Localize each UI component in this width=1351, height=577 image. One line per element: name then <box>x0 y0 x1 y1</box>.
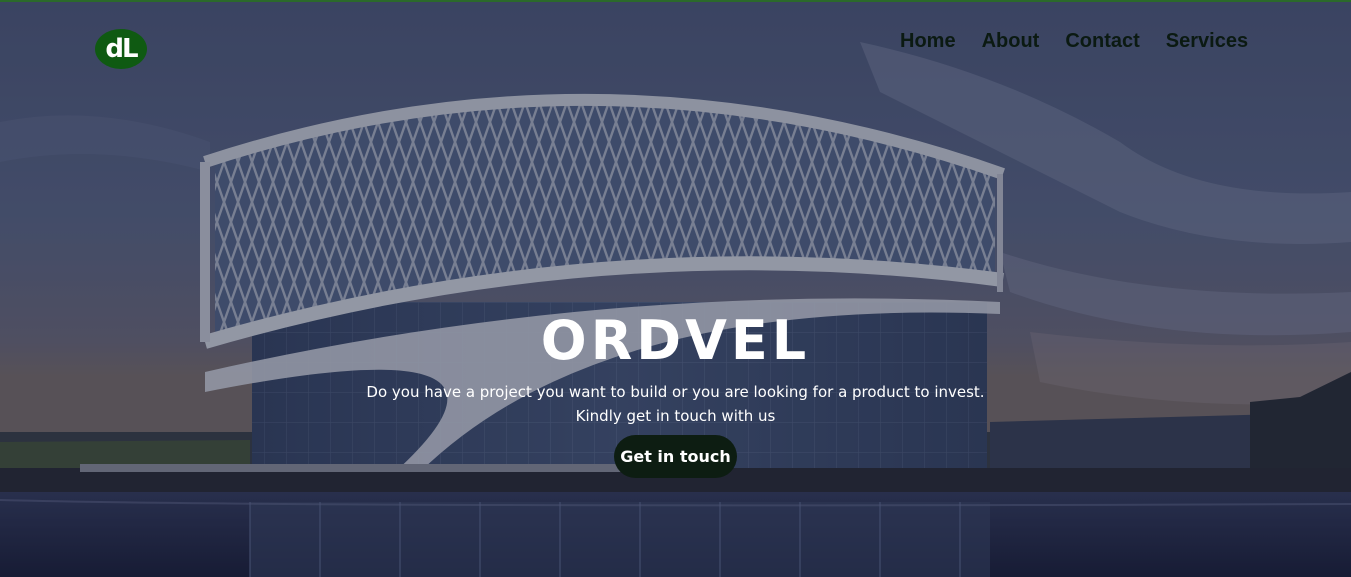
nav-link-home[interactable]: Home <box>900 29 956 53</box>
hero-title: ORDVEL <box>540 309 811 372</box>
main-nav: Home About Contact Services <box>900 29 1248 53</box>
hero-description-line-1: Do you have a project you want to build … <box>366 383 985 401</box>
hero-description-line-2: Kindly get in touch with us <box>575 407 776 425</box>
get-in-touch-button[interactable]: Get in touch <box>614 435 737 478</box>
hero-section: dL Home About Contact Services ORDVEL Do… <box>0 0 1351 577</box>
brand-logo[interactable]: dL <box>95 29 147 69</box>
nav-link-about[interactable]: About <box>982 29 1040 53</box>
nav-link-contact[interactable]: Contact <box>1065 29 1139 53</box>
hero-background-image <box>0 2 1351 577</box>
nav-link-services[interactable]: Services <box>1166 29 1248 53</box>
